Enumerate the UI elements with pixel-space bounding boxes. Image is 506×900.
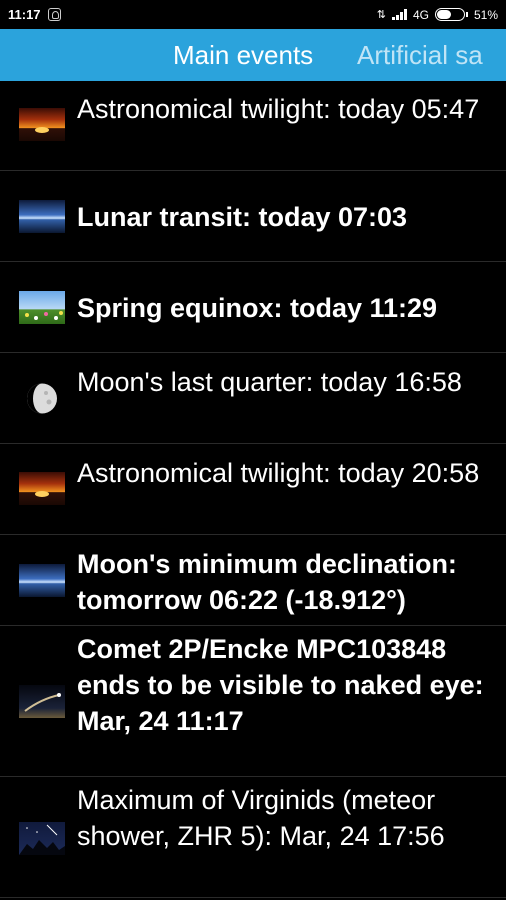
status-time: 11:17 — [8, 7, 41, 22]
event-text: Astronomical twilight: today 05:47 — [77, 94, 480, 124]
event-row[interactable]: Astronomical twilight: today 20:58 — [0, 445, 506, 535]
event-row[interactable]: Astronomical twilight: today 05:47 — [0, 81, 506, 171]
event-row[interactable]: Moon's last quarter: today 16:58 — [0, 354, 506, 444]
tab-main-events[interactable]: Main events — [173, 29, 313, 81]
tab-bar: Main events Artificial sa — [0, 29, 506, 81]
signal-icon — [391, 9, 407, 20]
event-text: Comet 2P/Encke MPC103848 ends to be visi… — [77, 634, 484, 736]
event-text: Maximum of Virginids (meteor shower, ZHR… — [77, 785, 445, 851]
status-bar: 11:17 ⇅ 4G 51% — [0, 0, 506, 29]
twilight-icon — [19, 472, 65, 505]
status-indicators: ⇅ 4G 51% — [377, 8, 498, 22]
event-row[interactable]: Moon's minimum declination: tomorrow 06:… — [0, 536, 506, 626]
event-row[interactable]: Spring equinox: today 11:29 — [0, 263, 506, 353]
event-text: Spring equinox: today 11:29 — [77, 293, 438, 323]
vibrate-icon: ⇅ — [376, 9, 386, 21]
battery-cap — [465, 12, 468, 17]
event-row[interactable]: Maximum of Virginids (meteor shower, ZHR… — [0, 778, 506, 898]
event-row[interactable]: Comet 2P/Encke MPC103848 ends to be visi… — [0, 627, 506, 777]
event-text: Moon's minimum declination: tomorrow 06:… — [77, 549, 457, 615]
moon-phase-icon — [19, 382, 65, 415]
spring-meadow-icon — [19, 291, 65, 324]
battery-percent: 51% — [473, 7, 498, 22]
event-text: Moon's last quarter: today 16:58 — [77, 367, 462, 397]
meteor-shower-icon — [19, 822, 65, 855]
horizon-icon — [19, 564, 65, 597]
event-row[interactable]: Lunar transit: today 07:03 — [0, 172, 506, 262]
horizon-icon — [19, 200, 65, 233]
event-text: Lunar transit: today 07:03 — [77, 202, 408, 232]
network-type: 4G — [412, 7, 429, 22]
battery-icon — [434, 8, 465, 21]
twilight-icon — [19, 108, 65, 141]
tab-artificial-satellites[interactable]: Artificial sa — [357, 29, 483, 81]
comet-icon — [19, 685, 65, 718]
event-text: Astronomical twilight: today 20:58 — [77, 458, 480, 488]
app-notification-icon — [47, 8, 61, 21]
